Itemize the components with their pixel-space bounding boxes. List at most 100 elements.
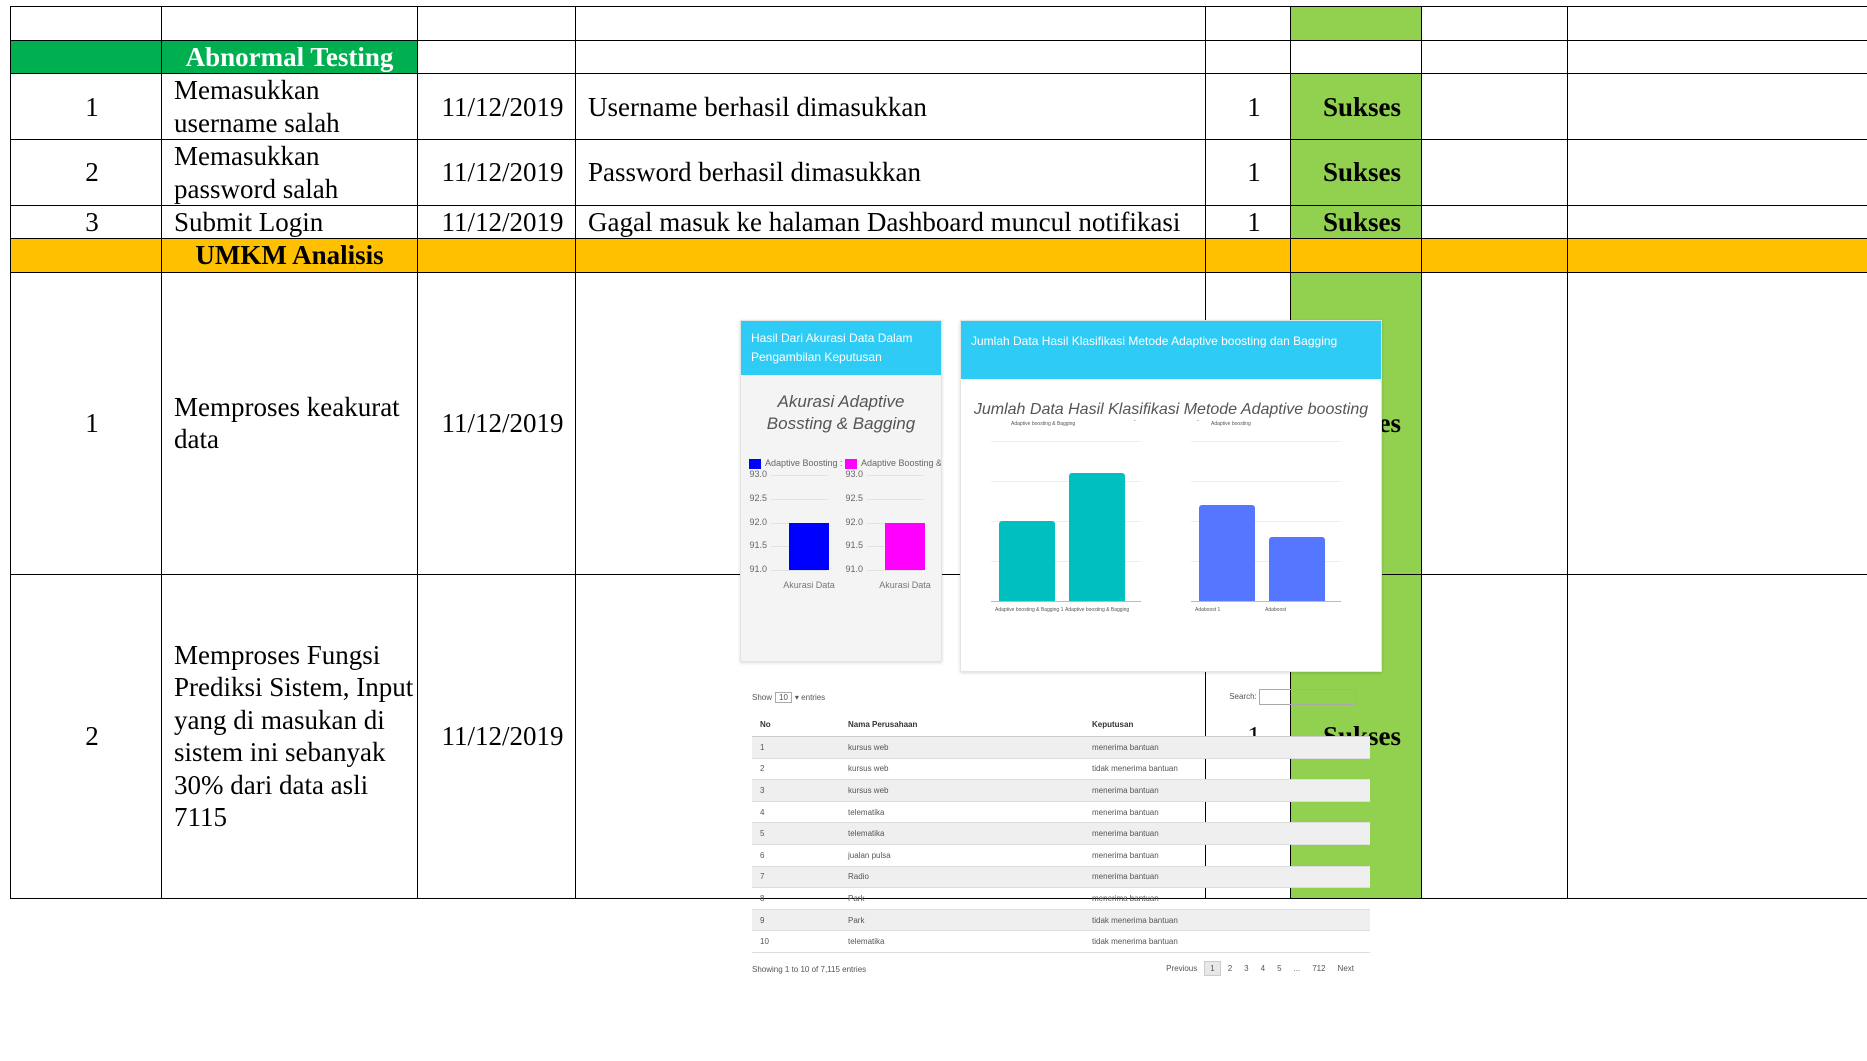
company-cell: Radio: [840, 866, 1084, 889]
chart-screenshot: Hasil Dari Akurasi Data Dalam Pengambila…: [740, 318, 1390, 678]
y-tick-label: 91.5: [749, 540, 767, 551]
section-row-abnormal: Abnormal Testing: [10, 39, 1867, 75]
row-no-cell: 3: [752, 779, 840, 802]
table-row: 1 kursus web menerima bantuan: [752, 736, 1370, 759]
table-row: 7 Radio menerima bantuan: [752, 866, 1370, 889]
datatable-screenshot: Show 10 ▾ entries Search: No Nama Perusaha…: [748, 686, 1370, 1026]
page-link[interactable]: 4: [1256, 962, 1270, 975]
company-cell: kursus web: [840, 736, 1084, 759]
table-row: 8 Park menerima bantuan: [752, 887, 1370, 910]
date-cell: 11/12/2019: [417, 73, 576, 141]
row-no-cell: 2: [752, 758, 840, 781]
row-no-cell: 5: [752, 822, 840, 845]
gridline: [867, 570, 923, 571]
page-link: ...: [1293, 963, 1301, 973]
row-number: 3: [10, 204, 162, 240]
column-header-no[interactable]: No: [752, 712, 840, 737]
company-cell: telematika: [840, 822, 1084, 845]
y-tick-label: 91.0: [749, 564, 767, 574]
bar: [1269, 537, 1325, 601]
bar: [885, 522, 925, 570]
activity-cell: Memasukkan username salah: [161, 73, 418, 141]
result-cell: Password berhasil dimasukkan: [575, 139, 1206, 206]
table-row: 10 telematika tidak menerima bantuan: [752, 930, 1370, 953]
row-no-cell: 7: [752, 866, 840, 889]
x-category-label: Akurasi Data: [879, 580, 931, 590]
page-link[interactable]: Previous: [1161, 962, 1202, 975]
legend-label: Adaptive Boosting : 1: [765, 458, 845, 468]
table-row: 5 telematika menerima bantuan: [752, 822, 1370, 845]
decision-cell: menerima bantuan: [1084, 779, 1370, 802]
gridline: [771, 570, 827, 571]
entries-label: entries: [801, 693, 826, 702]
decision-cell: tidak menerima bantuan: [1084, 909, 1370, 932]
row-no-cell: 8: [752, 887, 840, 910]
decision-cell: menerima bantuan: [1084, 887, 1370, 910]
datatable: No Nama Perusahaan Keputusan 1 kursus web…: [752, 712, 1370, 953]
table-row: 2 kursus web tidak menerima bantuan: [752, 758, 1370, 781]
bar: [789, 522, 829, 570]
search-input[interactable]: [1259, 689, 1356, 705]
accuracy-chart-title: Akurasi Adaptive Bossting & Bagging: [766, 392, 916, 434]
activity-cell: Submit Login: [161, 204, 418, 240]
activity-cell: Memasukkan password salah: [161, 139, 418, 206]
row-no-cell: 10: [752, 930, 840, 953]
company-cell: jualan pulsa: [840, 844, 1084, 867]
page-link[interactable]: 3: [1239, 962, 1253, 975]
row-number: 1: [10, 73, 162, 141]
page-link[interactable]: 1: [1204, 960, 1221, 976]
date-cell: 11/12/2019: [417, 271, 576, 575]
result-cell: Username berhasil dimasukkan: [575, 73, 1206, 141]
company-cell: kursus web: [840, 758, 1084, 781]
legend-label: Adaptive Boosting & Bagg: [861, 458, 941, 468]
y-tick-label: 92.5: [845, 492, 863, 503]
company-cell: kursus web: [840, 779, 1084, 802]
date-cell: 11/12/2019: [417, 204, 576, 240]
gridline: [1191, 441, 1341, 442]
company-cell: Park: [840, 909, 1084, 932]
page-link[interactable]: 712: [1307, 962, 1330, 975]
datatable-info: Showing 1 to 10 of 7,115 entries: [752, 964, 867, 974]
legend-swatch: [749, 459, 761, 469]
x-category-label: Adaptive boosting & Bagging: [1065, 607, 1130, 613]
row-no-cell: 9: [752, 909, 840, 932]
gridline: [867, 475, 923, 476]
accuracy-panel-header: Hasil Dari Akurasi Data Dalam Pengambila…: [741, 321, 941, 376]
decision-cell: menerima bantuan: [1084, 801, 1370, 824]
status-cell: Sukses: [1290, 139, 1422, 206]
accuracy-panel: Hasil Dari Akurasi Data Dalam Pengambila…: [740, 320, 942, 662]
activity-cell: Memproses keakurat data: [161, 271, 418, 575]
x-category-label: Adaboost 1: [1195, 607, 1221, 613]
x-category-label: Adaptive boosting & Bagging 1: [995, 607, 1064, 613]
y-tick-label: 93.0: [845, 469, 863, 479]
page-link[interactable]: Next: [1333, 962, 1359, 975]
result-cell: Gagal masuk ke halaman Dashboard muncul …: [575, 204, 1206, 240]
gridline: [771, 498, 827, 500]
x-axis: [1191, 601, 1341, 602]
column-header-company[interactable]: Nama Perusahaan: [840, 712, 1084, 737]
row-no-cell: 1: [752, 736, 840, 759]
y-tick-label: 92.0: [749, 516, 767, 527]
y-tick-label: 91.5: [845, 540, 863, 551]
bar: [1199, 505, 1255, 601]
y-tick-label: 92.5: [749, 492, 767, 503]
page-link[interactable]: 2: [1223, 962, 1237, 975]
decision-cell: menerima bantuan: [1084, 866, 1370, 889]
table-row: 3 Submit Login 11/12/2019 Gagal masuk ke…: [10, 204, 1867, 240]
y-tick-label: 92.0: [845, 516, 863, 527]
show-label: Show: [752, 693, 773, 702]
entries-select[interactable]: 10: [775, 692, 792, 703]
decision-cell: menerima bantuan: [1084, 822, 1370, 845]
mini-chart-title: Adaptive boosting & Bagging: [1011, 421, 1076, 427]
table-row: 3 kursus web menerima bantuan: [752, 779, 1370, 802]
page-link[interactable]: 5: [1272, 962, 1286, 975]
section-title-umkm: UMKM Analisis: [161, 238, 418, 273]
datatable-toolbar: Show 10 ▾ entries Search:: [748, 686, 1368, 712]
bar: [999, 521, 1055, 601]
row-no-cell: 6: [752, 844, 840, 867]
decision-cell: menerima bantuan: [1084, 736, 1370, 759]
classification-panel: Jumlah Data Hasil Klasifikasi Metode Ada…: [960, 320, 1382, 672]
activity-cell: Memproses Fungsi Prediksi Sistem, Input …: [161, 573, 418, 899]
row-no-cell: 4: [752, 801, 840, 824]
column-header-decision[interactable]: Keputusan: [1084, 712, 1370, 737]
